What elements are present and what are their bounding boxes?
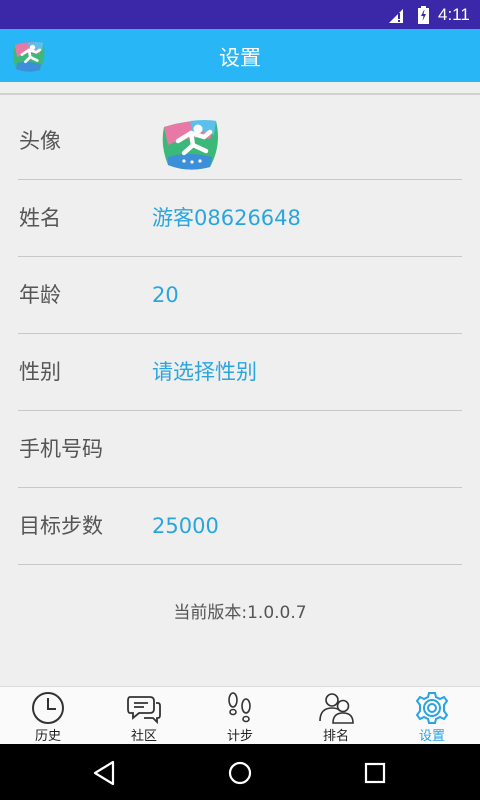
name-value[interactable]: 游客08626648 xyxy=(152,180,301,257)
tab-history-label: 历史 xyxy=(34,729,61,744)
gender-value[interactable]: 请选择性别 xyxy=(152,334,257,411)
tab-settings-label: 设置 xyxy=(418,729,445,744)
clock-icon xyxy=(32,692,64,724)
avatar[interactable] xyxy=(158,117,222,171)
home-icon[interactable] xyxy=(227,760,253,786)
action-bar: 设置 xyxy=(0,29,480,82)
recents-icon[interactable] xyxy=(362,760,388,786)
gender-row[interactable]: 性别 请选择性别 xyxy=(0,334,480,411)
users-icon xyxy=(319,693,354,724)
tab-community[interactable]: 社区 xyxy=(96,687,192,745)
name-label: 姓名 xyxy=(19,206,61,230)
tab-ranking[interactable]: 排名 xyxy=(288,687,384,745)
tab-history[interactable]: 历史 xyxy=(0,687,96,745)
tab-pedometer[interactable]: 计步 xyxy=(192,687,288,745)
system-nav-bar xyxy=(0,744,480,800)
tab-pedometer-label: 计步 xyxy=(226,729,253,744)
avatar-row[interactable]: 头像 xyxy=(0,103,480,180)
version-text: 当前版本:1.0.0.7 xyxy=(173,603,307,623)
status-bar: 4:11 xyxy=(0,0,480,29)
gender-label: 性别 xyxy=(19,360,61,384)
age-row[interactable]: 年龄 20 xyxy=(0,257,480,334)
back-icon[interactable] xyxy=(92,760,118,786)
age-label: 年龄 xyxy=(19,283,61,307)
phone-row[interactable]: 手机号码 xyxy=(0,411,480,488)
bottom-tab-bar: 历史 社区 计步 排名 设置 xyxy=(0,686,480,744)
tab-community-label: 社区 xyxy=(130,729,157,744)
footprints-icon xyxy=(228,692,251,723)
avatar-label: 头像 xyxy=(19,129,61,153)
tab-settings[interactable]: 设置 xyxy=(384,687,480,745)
target-steps-row[interactable]: 目标步数 25000 xyxy=(0,488,480,565)
name-row[interactable]: 姓名 游客08626648 xyxy=(0,180,480,257)
target-steps-value[interactable]: 25000 xyxy=(152,488,219,565)
row-divider xyxy=(18,564,462,565)
battery-icon xyxy=(418,6,429,24)
top-divider xyxy=(0,93,480,95)
target-steps-label: 目标步数 xyxy=(19,514,103,538)
signal-icon xyxy=(389,9,403,23)
chat-icon xyxy=(127,696,161,725)
gear-icon xyxy=(415,692,449,724)
clock-time: 4:11 xyxy=(438,5,470,24)
phone-label: 手机号码 xyxy=(19,437,103,461)
tab-ranking-label: 排名 xyxy=(322,729,349,744)
page-title: 设置 xyxy=(219,46,261,70)
age-value[interactable]: 20 xyxy=(152,257,179,334)
